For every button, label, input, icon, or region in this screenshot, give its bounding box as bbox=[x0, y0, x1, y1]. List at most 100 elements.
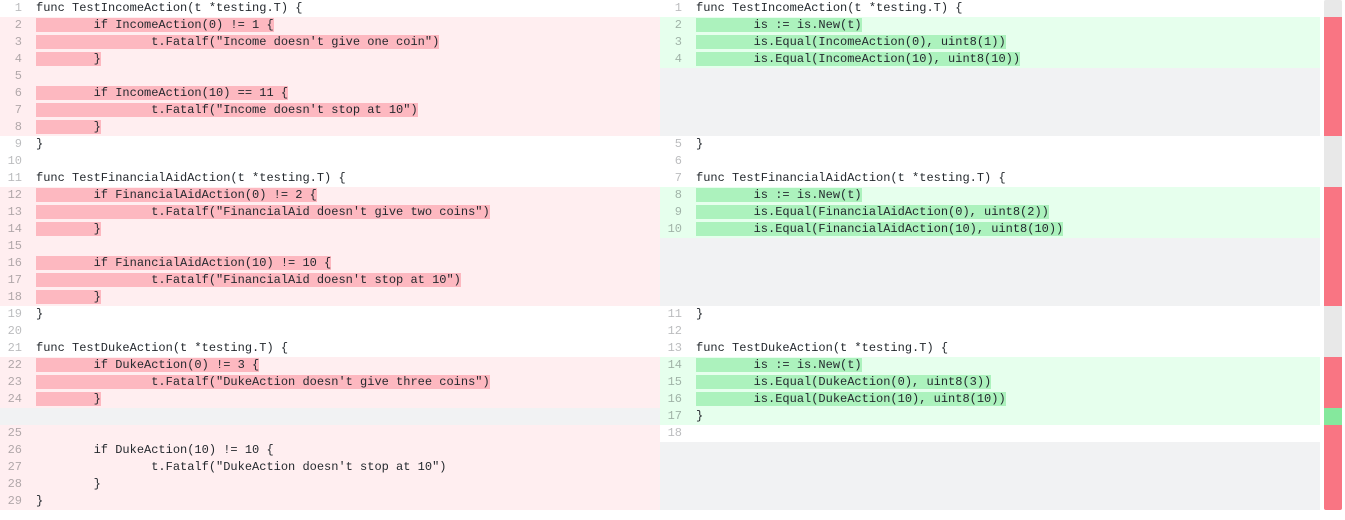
code-row[interactable]: 9} bbox=[0, 136, 660, 153]
code-cell[interactable]: t.Fatalf("FinancialAid doesn't stop at 1… bbox=[30, 272, 660, 289]
diff-right-pane[interactable]: 1func TestIncomeAction(t *testing.T) {2 … bbox=[660, 0, 1320, 510]
code-row[interactable]: 26 if DukeAction(10) != 10 { bbox=[0, 442, 660, 459]
code-row[interactable] bbox=[660, 238, 1320, 255]
minimap-segment[interactable] bbox=[1324, 357, 1342, 374]
code-cell[interactable]: } bbox=[30, 136, 660, 153]
code-cell[interactable]: t.Fatalf("FinancialAid doesn't give two … bbox=[30, 204, 660, 221]
code-row[interactable]: 11func TestFinancialAidAction(t *testing… bbox=[0, 170, 660, 187]
code-cell[interactable]: } bbox=[30, 289, 660, 306]
code-cell[interactable] bbox=[690, 476, 1320, 493]
code-row[interactable]: 6 if IncomeAction(10) == 11 { bbox=[0, 85, 660, 102]
code-row[interactable]: 17} bbox=[660, 408, 1320, 425]
code-row[interactable]: 20 bbox=[0, 323, 660, 340]
code-row[interactable] bbox=[660, 272, 1320, 289]
minimap-scrollbar[interactable] bbox=[1324, 0, 1342, 510]
code-cell[interactable] bbox=[690, 272, 1320, 289]
code-cell[interactable]: } bbox=[690, 306, 1320, 323]
code-cell[interactable]: is.Equal(DukeAction(10), uint8(10)) bbox=[690, 391, 1320, 408]
code-row[interactable] bbox=[660, 476, 1320, 493]
code-row[interactable]: 1func TestIncomeAction(t *testing.T) { bbox=[660, 0, 1320, 17]
minimap-segment[interactable] bbox=[1324, 255, 1342, 272]
code-row[interactable]: 2 if IncomeAction(0) != 1 { bbox=[0, 17, 660, 34]
code-row[interactable] bbox=[660, 255, 1320, 272]
code-cell[interactable]: is.Equal(FinancialAidAction(0), uint8(2)… bbox=[690, 204, 1320, 221]
code-row[interactable] bbox=[660, 102, 1320, 119]
code-row[interactable]: 5 bbox=[0, 68, 660, 85]
code-row[interactable]: 24 } bbox=[0, 391, 660, 408]
code-row[interactable] bbox=[660, 68, 1320, 85]
minimap-segment[interactable] bbox=[1324, 170, 1342, 187]
code-row[interactable]: 2 is := is.New(t) bbox=[660, 17, 1320, 34]
code-cell[interactable]: if FinancialAidAction(0) != 2 { bbox=[30, 187, 660, 204]
code-row[interactable]: 15 bbox=[0, 238, 660, 255]
code-cell[interactable]: if DukeAction(10) != 10 { bbox=[30, 442, 660, 459]
code-cell[interactable] bbox=[690, 289, 1320, 306]
minimap-segment[interactable] bbox=[1324, 323, 1342, 340]
code-row[interactable] bbox=[660, 119, 1320, 136]
code-cell[interactable] bbox=[30, 425, 660, 442]
code-cell[interactable] bbox=[690, 323, 1320, 340]
code-cell[interactable]: func TestDukeAction(t *testing.T) { bbox=[30, 340, 660, 357]
minimap-segment[interactable] bbox=[1324, 425, 1342, 442]
code-row[interactable] bbox=[660, 493, 1320, 510]
code-cell[interactable]: } bbox=[30, 493, 660, 510]
code-cell[interactable]: is := is.New(t) bbox=[690, 187, 1320, 204]
code-cell[interactable] bbox=[690, 493, 1320, 510]
minimap-segment[interactable] bbox=[1324, 51, 1342, 68]
code-row[interactable] bbox=[660, 289, 1320, 306]
code-cell[interactable] bbox=[30, 323, 660, 340]
minimap-segment[interactable] bbox=[1324, 102, 1342, 119]
code-row[interactable]: 21func TestDukeAction(t *testing.T) { bbox=[0, 340, 660, 357]
code-cell[interactable]: is.Equal(FinancialAidAction(10), uint8(1… bbox=[690, 221, 1320, 238]
code-row[interactable]: 13func TestDukeAction(t *testing.T) { bbox=[660, 340, 1320, 357]
minimap-segment[interactable] bbox=[1324, 153, 1342, 170]
code-cell[interactable]: func TestIncomeAction(t *testing.T) { bbox=[30, 0, 660, 17]
code-row[interactable]: 10 bbox=[0, 153, 660, 170]
code-cell[interactable]: } bbox=[30, 221, 660, 238]
code-cell[interactable] bbox=[30, 153, 660, 170]
minimap-segment[interactable] bbox=[1324, 85, 1342, 102]
minimap-segment[interactable] bbox=[1324, 34, 1342, 51]
code-cell[interactable]: if IncomeAction(10) == 11 { bbox=[30, 85, 660, 102]
code-row[interactable]: 4 is.Equal(IncomeAction(10), uint8(10)) bbox=[660, 51, 1320, 68]
minimap-segment[interactable] bbox=[1324, 238, 1342, 255]
code-row[interactable]: 4 } bbox=[0, 51, 660, 68]
code-cell[interactable] bbox=[690, 255, 1320, 272]
code-row[interactable]: 28 } bbox=[0, 476, 660, 493]
code-row[interactable]: 27 t.Fatalf("DukeAction doesn't stop at … bbox=[0, 459, 660, 476]
minimap-segment[interactable] bbox=[1324, 374, 1342, 391]
code-cell[interactable]: if IncomeAction(0) != 1 { bbox=[30, 17, 660, 34]
code-cell[interactable] bbox=[30, 238, 660, 255]
code-cell[interactable]: is.Equal(IncomeAction(10), uint8(10)) bbox=[690, 51, 1320, 68]
code-row[interactable]: 9 is.Equal(FinancialAidAction(0), uint8(… bbox=[660, 204, 1320, 221]
minimap-segment[interactable] bbox=[1324, 204, 1342, 221]
code-cell[interactable] bbox=[690, 153, 1320, 170]
code-cell[interactable]: is := is.New(t) bbox=[690, 17, 1320, 34]
code-cell[interactable] bbox=[690, 102, 1320, 119]
code-row[interactable]: 22 if DukeAction(0) != 3 { bbox=[0, 357, 660, 374]
code-row[interactable]: 6 bbox=[660, 153, 1320, 170]
minimap-segment[interactable] bbox=[1324, 408, 1342, 425]
code-row[interactable]: 13 t.Fatalf("FinancialAid doesn't give t… bbox=[0, 204, 660, 221]
code-row[interactable]: 14 } bbox=[0, 221, 660, 238]
code-row[interactable]: 12 bbox=[660, 323, 1320, 340]
code-row[interactable] bbox=[660, 459, 1320, 476]
code-cell[interactable]: } bbox=[30, 391, 660, 408]
code-row[interactable]: 1func TestIncomeAction(t *testing.T) { bbox=[0, 0, 660, 17]
code-cell[interactable]: if DukeAction(0) != 3 { bbox=[30, 357, 660, 374]
minimap-segment[interactable] bbox=[1324, 136, 1342, 153]
code-row[interactable]: 15 is.Equal(DukeAction(0), uint8(3)) bbox=[660, 374, 1320, 391]
minimap-segment[interactable] bbox=[1324, 187, 1342, 204]
code-cell[interactable]: is.Equal(IncomeAction(0), uint8(1)) bbox=[690, 34, 1320, 51]
code-row[interactable]: 10 is.Equal(FinancialAidAction(10), uint… bbox=[660, 221, 1320, 238]
minimap-segment[interactable] bbox=[1324, 68, 1342, 85]
code-row[interactable]: 7 t.Fatalf("Income doesn't stop at 10") bbox=[0, 102, 660, 119]
minimap-segment[interactable] bbox=[1324, 493, 1342, 510]
minimap-segment[interactable] bbox=[1324, 272, 1342, 289]
minimap-segment[interactable] bbox=[1324, 476, 1342, 493]
code-cell[interactable]: func TestIncomeAction(t *testing.T) { bbox=[690, 0, 1320, 17]
code-cell[interactable]: t.Fatalf("Income doesn't stop at 10") bbox=[30, 102, 660, 119]
minimap-segment[interactable] bbox=[1324, 391, 1342, 408]
code-cell[interactable]: t.Fatalf("Income doesn't give one coin") bbox=[30, 34, 660, 51]
code-cell[interactable]: } bbox=[30, 119, 660, 136]
